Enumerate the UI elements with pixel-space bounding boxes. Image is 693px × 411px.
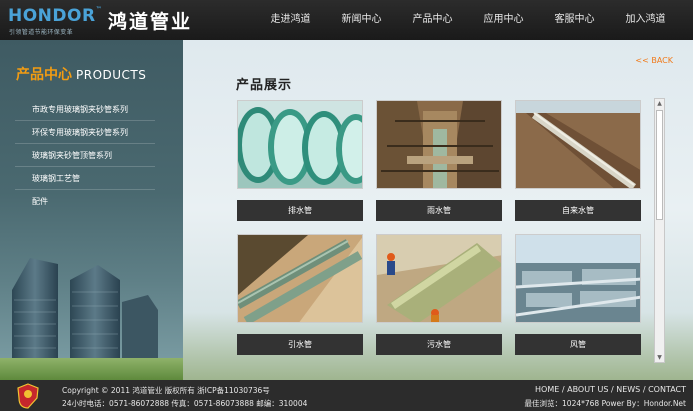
scroll-thumb[interactable] (656, 110, 663, 220)
product-label[interactable]: 排水管 (237, 200, 363, 221)
product-label[interactable]: 雨水管 (376, 200, 502, 221)
product-image-green-pipes[interactable] (237, 100, 363, 189)
site-footer: Copyright © 2011 鸿道管业 版权所有 浙ICP备11030736… (0, 380, 693, 411)
sidebar-item-municipal[interactable]: 市政专用玻璃钢夹砂管系列 (15, 98, 155, 121)
footer-links: HOME / ABOUT US / NEWS / CONTACT (535, 385, 686, 394)
product-image-double-pipeline[interactable] (237, 234, 363, 323)
contact-text: 24小时电话：0571-86072888 传真：0571-86073888 邮编… (62, 399, 308, 408)
product-label[interactable]: 风管 (515, 334, 641, 355)
copyright-text: Copyright © 2011 鸿道管业 版权所有 浙ICP备11030736… (62, 386, 270, 395)
main-content: << BACK 产品展示 排水管 雨水管 自来水管 引水管 污水管 风管 ▲ ▼ (183, 40, 693, 380)
nav-item-products[interactable]: 产品中心 (397, 0, 468, 40)
logo-wordmark: HONDOR™ (8, 6, 103, 26)
nav-item-about[interactable]: 走进鸿道 (255, 0, 326, 40)
nav-item-applications[interactable]: 应用中心 (468, 0, 539, 40)
logo-chinese-name: 鸿道管业 (108, 11, 193, 33)
product-card[interactable]: 引水管 (237, 234, 363, 355)
footer-link-news[interactable]: NEWS (616, 385, 640, 394)
product-image-industrial-pipes[interactable] (515, 234, 641, 323)
page-title: 产品展示 (236, 78, 293, 93)
back-link[interactable]: << BACK (635, 56, 673, 65)
footer-link-home[interactable]: HOME (535, 385, 559, 394)
browser-info-text: 最佳浏览：1024*768 Power By：Hondor.Net (524, 399, 686, 408)
main-nav: 走进鸿道 新闻中心 产品中心 应用中心 客服中心 加入鸿道 (255, 0, 681, 40)
sidebar: 产品中心 PRODUCTS 市政专用玻璃钢夹砂管系列 环保专用玻璃钢夹砂管系列 玻… (0, 40, 183, 380)
site-header: HONDOR™ 引领管道节能环保变革 鸿道管业 走进鸿道 新闻中心 产品中心 应… (0, 0, 693, 40)
product-image-pipe-in-ditch[interactable] (515, 100, 641, 189)
product-card[interactable]: 雨水管 (376, 100, 502, 221)
sidebar-title-cn: 产品中心 (16, 67, 72, 83)
nav-item-service[interactable]: 客服中心 (539, 0, 610, 40)
product-category-menu: 市政专用玻璃钢夹砂管系列 环保专用玻璃钢夹砂管系列 玻璃钢夹砂管顶管系列 玻璃钢… (15, 98, 155, 213)
product-card[interactable]: 排水管 (237, 100, 363, 221)
footer-link-about[interactable]: ABOUT US (567, 385, 608, 394)
product-card[interactable]: 风管 (515, 234, 641, 355)
nav-item-news[interactable]: 新闻中心 (326, 0, 397, 40)
product-image-trench-pipe[interactable] (376, 100, 502, 189)
sidebar-item-process[interactable]: 玻璃钢工艺管 (15, 167, 155, 190)
product-image-workers-large-pipe[interactable] (376, 234, 502, 323)
scroll-down-arrow-icon[interactable]: ▼ (655, 353, 664, 362)
footer-link-contact[interactable]: CONTACT (648, 385, 686, 394)
nav-item-join[interactable]: 加入鸿道 (610, 0, 681, 40)
logo-tagline: 引领管道节能环保变革 (9, 29, 74, 36)
product-card[interactable]: 自来水管 (515, 100, 641, 221)
scroll-up-arrow-icon[interactable]: ▲ (655, 99, 664, 108)
product-card[interactable]: 污水管 (376, 234, 502, 355)
sidebar-item-fittings[interactable]: 配件 (15, 190, 155, 213)
sidebar-title-en: PRODUCTS (76, 68, 147, 82)
sidebar-item-environmental[interactable]: 环保专用玻璃钢夹砂管系列 (15, 121, 155, 144)
product-label[interactable]: 引水管 (237, 334, 363, 355)
product-label[interactable]: 自来水管 (515, 200, 641, 221)
sidebar-title: 产品中心 PRODUCTS (16, 64, 146, 84)
police-emblem-icon[interactable] (16, 383, 40, 409)
product-label[interactable]: 污水管 (376, 334, 502, 355)
scrollbar[interactable]: ▲ ▼ (654, 98, 665, 363)
sidebar-item-jacking[interactable]: 玻璃钢夹砂管顶管系列 (15, 144, 155, 167)
